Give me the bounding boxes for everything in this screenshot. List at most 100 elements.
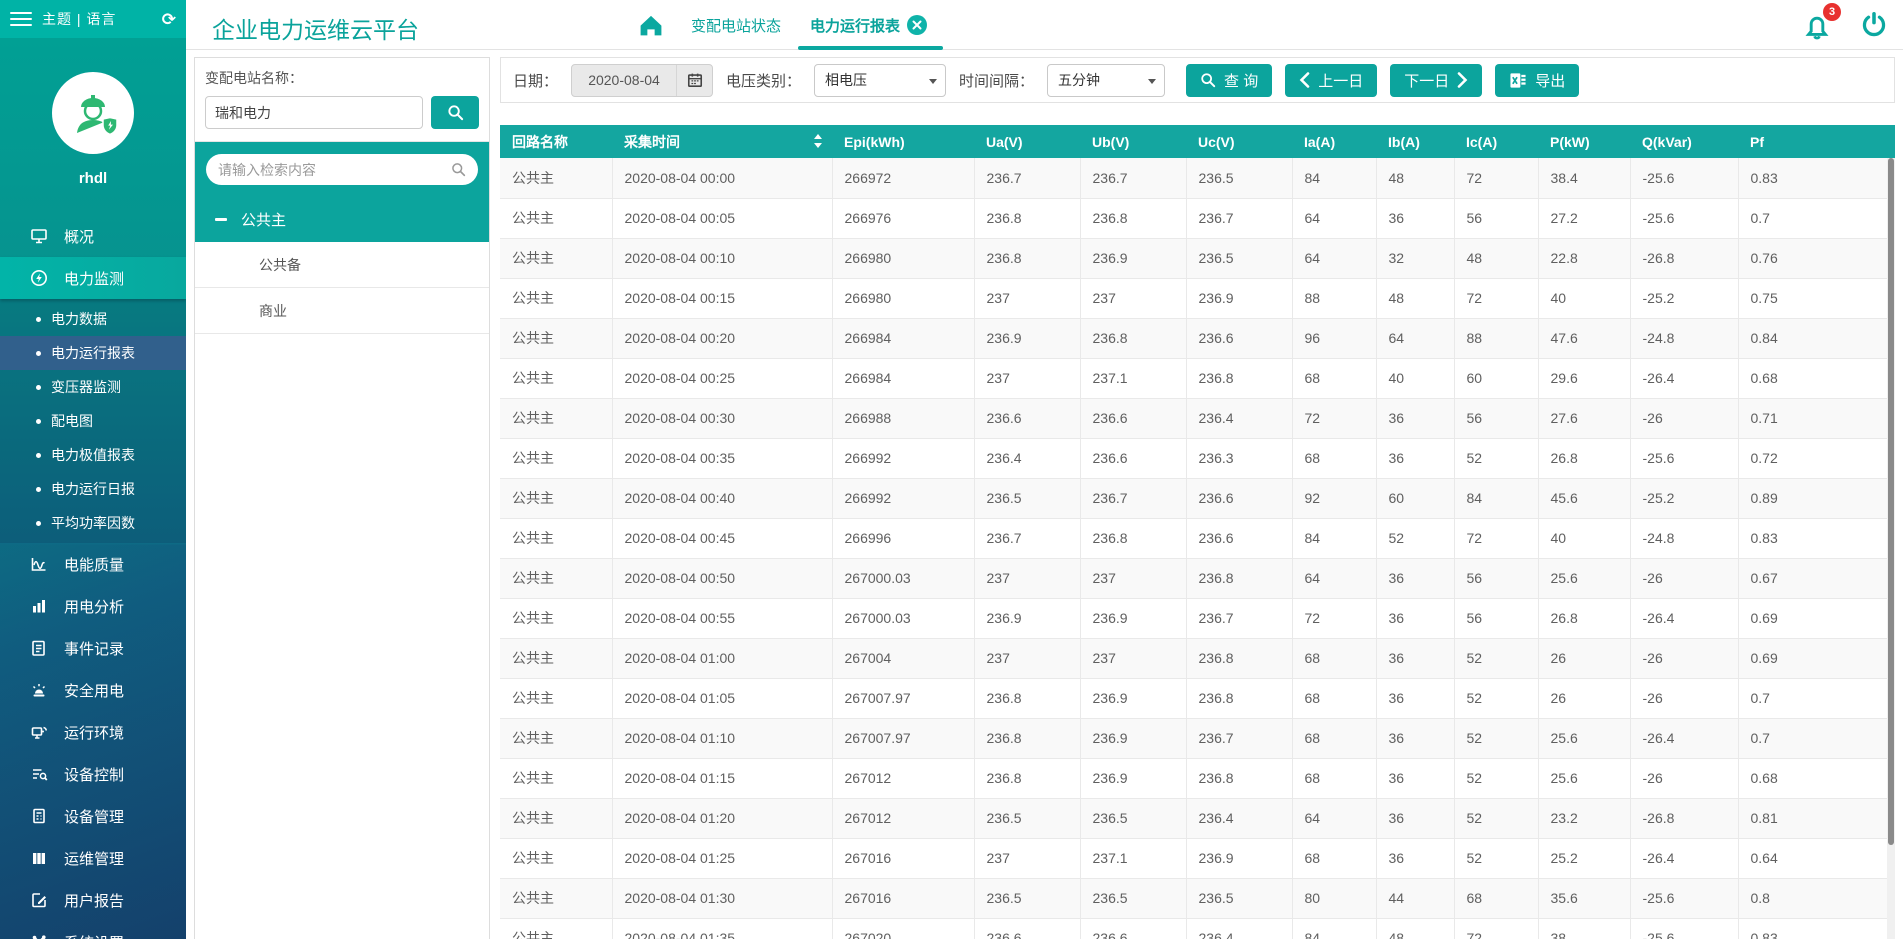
tab-power-report[interactable]: 电力运行报表 [810, 0, 927, 50]
table-cell: 236.7 [1080, 158, 1186, 198]
table-cell: 36 [1376, 718, 1454, 758]
table-cell: 22.8 [1538, 238, 1630, 278]
scrollbar-thumb[interactable] [1888, 158, 1894, 845]
date-picker[interactable]: 2020-08-04 [571, 64, 713, 97]
prev-day-button[interactable]: 上一日 [1285, 64, 1377, 97]
next-day-button[interactable]: 下一日 [1390, 64, 1482, 97]
collapse-minus-icon[interactable] [215, 218, 227, 221]
table-cell: 36 [1376, 598, 1454, 638]
sidebar-subitem-avg-power-factor[interactable]: 平均功率因数 [0, 506, 186, 540]
logout-power-icon[interactable] [1859, 9, 1889, 44]
table-cell: 36 [1376, 438, 1454, 478]
table-cell: 96 [1292, 318, 1376, 358]
sidebar-item-operating-environment[interactable]: 运行环境 [0, 711, 186, 753]
home-icon[interactable] [638, 13, 664, 42]
table-cell: 64 [1292, 238, 1376, 278]
table-cell: 64 [1376, 318, 1454, 358]
tree-search-input[interactable] [218, 162, 443, 178]
sidebar-item-device-management[interactable]: 设备管理 [0, 795, 186, 837]
table-cell: 68 [1292, 638, 1376, 678]
table-cell: 88 [1454, 318, 1538, 358]
table-cell: 237.1 [1080, 838, 1186, 878]
search-icon[interactable] [451, 162, 466, 177]
table-row: 公共主2020-08-04 01:15267012236.8236.9236.8… [500, 758, 1887, 798]
station-name-label: 变配电站名称： [205, 68, 479, 88]
tree-node-root[interactable]: 公共主 [195, 197, 489, 242]
table-cell: 0.75 [1738, 278, 1887, 318]
table-cell: 2020-08-04 00:40 [612, 478, 832, 518]
sidebar-item-safe-electricity[interactable]: 安全用电 [0, 669, 186, 711]
col-pf: Pf [1738, 125, 1887, 158]
table-cell: 0.89 [1738, 478, 1887, 518]
sidebar-item-device-control[interactable]: 设备控制 [0, 753, 186, 795]
table-cell: 72 [1292, 598, 1376, 638]
voltage-type-select[interactable]: 相电压 [814, 64, 946, 97]
sidebar-subitem-transformer[interactable]: 变压器监测 [0, 370, 186, 404]
sidebar-item-overview[interactable]: 概况 [0, 215, 186, 257]
table-row: 公共主2020-08-04 00:05266976236.8236.8236.7… [500, 198, 1887, 238]
table-cell: 公共主 [500, 758, 612, 798]
sidebar-subitem-power-data[interactable]: 电力数据 [0, 302, 186, 336]
notification-bell-icon[interactable]: 3 [1801, 8, 1833, 45]
table-cell: -26 [1630, 638, 1738, 678]
sidebar-subitem-extreme-report[interactable]: 电力极值报表 [0, 438, 186, 472]
hamburger-menu-icon[interactable] [10, 12, 32, 26]
sidebar-menu: 概况 电力监测 电力数据 电力运行报表 变压器监测 配电图 电力极值报表 电力运… [0, 215, 186, 939]
table-cell: 36 [1376, 398, 1454, 438]
table-cell: 公共主 [500, 478, 612, 518]
sidebar-item-event-record[interactable]: 事件记录 [0, 627, 186, 669]
sidebar-subitem-daily-report[interactable]: 电力运行日报 [0, 472, 186, 506]
station-search-button[interactable] [431, 96, 479, 129]
theme-language-switch[interactable]: 主题 | 语言 [42, 9, 152, 29]
table-cell: 52 [1454, 718, 1538, 758]
table-cell: 236.4 [1186, 798, 1292, 838]
tab-close-icon[interactable] [907, 15, 927, 35]
refresh-icon[interactable]: ⟳ [162, 11, 176, 28]
tree-node-label: 商业 [259, 301, 287, 321]
col-collect-time[interactable]: 采集时间 [612, 125, 832, 158]
table-cell: 68 [1292, 758, 1376, 798]
table-scrollbar[interactable] [1887, 158, 1895, 939]
table-cell: 公共主 [500, 838, 612, 878]
table-cell: -26 [1630, 678, 1738, 718]
table-cell: 72 [1454, 518, 1538, 558]
tab-substation-status[interactable]: 变配电站状态 [691, 0, 781, 50]
table-cell: 68 [1292, 358, 1376, 398]
table-cell: 92 [1292, 478, 1376, 518]
sidebar-item-om-management[interactable]: 运维管理 [0, 837, 186, 879]
table-cell: 237 [974, 278, 1080, 318]
interval-select[interactable]: 五分钟 [1047, 64, 1165, 97]
table-cell: 56 [1454, 598, 1538, 638]
tree-node-child[interactable]: 商业 [195, 288, 489, 334]
sidebar-subitem-power-report[interactable]: 电力运行报表 [0, 336, 186, 370]
avatar[interactable] [52, 72, 134, 154]
sidebar-subitem-distribution-map[interactable]: 配电图 [0, 404, 186, 438]
table-cell: 27.6 [1538, 398, 1630, 438]
table-cell: 2020-08-04 01:05 [612, 678, 832, 718]
top-header: 企业电力运维云平台 变配电站状态 电力运行报表 3 [186, 0, 1903, 50]
sidebar-item-user-report[interactable]: 用户报告 [0, 879, 186, 921]
bar-chart-icon [30, 597, 48, 615]
export-button[interactable]: 导出 [1495, 64, 1579, 97]
table-cell: 267016 [832, 878, 974, 918]
tree-node-child[interactable]: 公共备 [195, 242, 489, 288]
table-cell: 36 [1376, 198, 1454, 238]
col-ic: Ic(A) [1454, 125, 1538, 158]
table-cell: 45.6 [1538, 478, 1630, 518]
table-cell: 236.9 [1186, 278, 1292, 318]
table-row: 公共主2020-08-04 00:10266980236.8236.9236.5… [500, 238, 1887, 278]
query-button[interactable]: 查 询 [1186, 64, 1272, 97]
sidebar-item-electricity-analysis[interactable]: 用电分析 [0, 585, 186, 627]
calendar-icon[interactable] [676, 65, 712, 96]
sidebar-item-power-monitoring[interactable]: 电力监测 [0, 257, 186, 299]
table-cell: 公共主 [500, 558, 612, 598]
sidebar: 主题 | 语言 ⟳ rhdl 概况 [0, 0, 186, 939]
table-cell: 236.6 [974, 398, 1080, 438]
table-cell: -26.4 [1630, 838, 1738, 878]
table-cell: -26.8 [1630, 238, 1738, 278]
sort-icon[interactable] [812, 132, 824, 154]
notification-badge: 3 [1823, 3, 1841, 21]
sidebar-item-power-quality[interactable]: 电能质量 [0, 543, 186, 585]
station-name-input[interactable] [205, 96, 423, 129]
sidebar-item-system-settings[interactable]: 系统设置 [0, 921, 186, 939]
